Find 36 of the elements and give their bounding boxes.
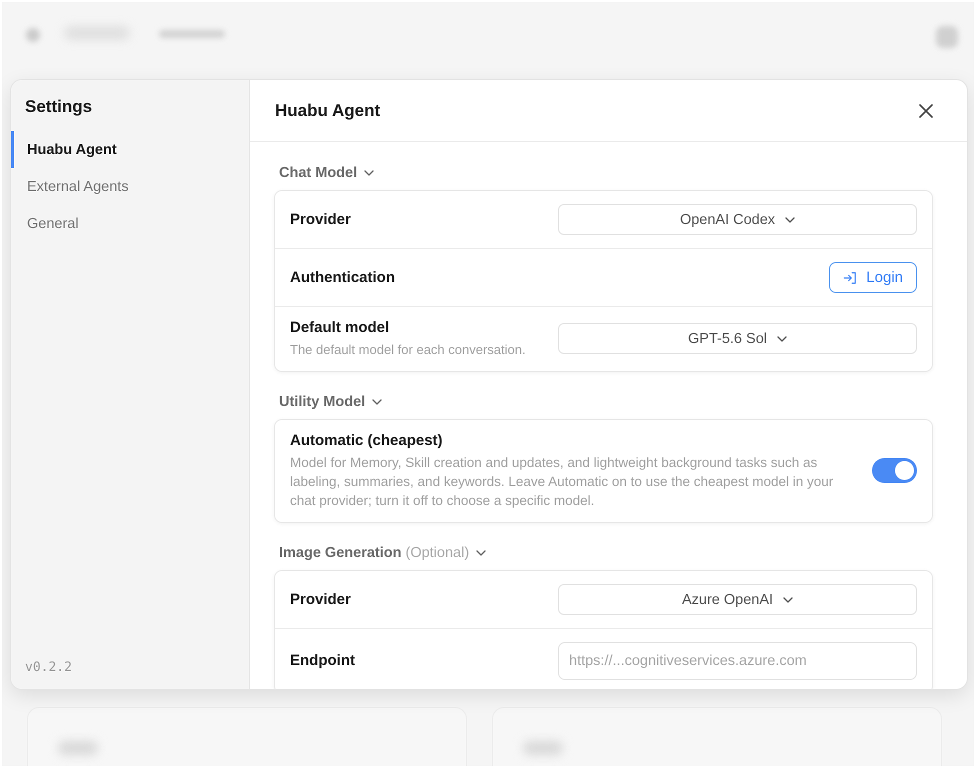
sidebar-item[interactable]: Huabu Agent bbox=[11, 131, 249, 168]
section-note: (Optional) bbox=[405, 545, 470, 561]
row-description: Model for Memory, Skill creation and updates, and lightweight background tasks such as labeling, summaries, and keywords. Leave Automatic on to use the cheapest model in your chat provider; turn it off to choose a specific model. bbox=[290, 454, 834, 510]
section-title: Image Generation bbox=[279, 545, 402, 561]
row-label: Automatic (cheapest) bbox=[290, 431, 444, 451]
row-label: Authentication bbox=[290, 268, 395, 288]
panel-title: Huabu Agent bbox=[275, 100, 380, 120]
chevron-down-icon bbox=[776, 336, 787, 342]
chevron-down-icon[interactable] bbox=[476, 550, 486, 556]
dropdown-select[interactable]: GPT-5.6 Sol bbox=[558, 323, 917, 354]
version-label: v0.2.2 bbox=[24, 660, 73, 677]
login-icon bbox=[843, 270, 858, 284]
chevron-down-icon[interactable] bbox=[372, 399, 382, 405]
close-button[interactable] bbox=[918, 102, 934, 118]
close-icon bbox=[919, 104, 933, 118]
chevron-down-icon bbox=[785, 216, 796, 222]
blurred-button-drawing bbox=[936, 26, 958, 48]
section-title: Utility Model bbox=[279, 394, 366, 410]
section-title: Chat Model bbox=[279, 165, 358, 181]
sidebar-title: Settings bbox=[24, 96, 94, 118]
row-label: Provider bbox=[290, 590, 351, 610]
chevron-down-icon[interactable] bbox=[364, 170, 374, 176]
dropdown-select[interactable]: OpenAI Codex bbox=[558, 204, 917, 235]
chevron-down-icon bbox=[783, 596, 794, 602]
toggle-switch[interactable] bbox=[872, 458, 917, 483]
blurred-logo-drawing bbox=[26, 28, 40, 42]
dropdown-select[interactable]: Azure OpenAI bbox=[558, 584, 917, 615]
login-button[interactable]: Login bbox=[829, 262, 917, 293]
blurred-tab-drawing bbox=[159, 30, 225, 38]
row-label: Endpoint bbox=[290, 651, 355, 671]
row-label: Default model bbox=[290, 318, 390, 338]
row-label: Provider bbox=[290, 210, 351, 230]
sidebar-item[interactable]: External Agents bbox=[11, 168, 249, 205]
sidebar-item[interactable]: General bbox=[11, 205, 249, 242]
row-description: The default model for each conversation. bbox=[290, 341, 526, 359]
input-field[interactable]: https://...cognitiveservices.azure.com bbox=[558, 642, 917, 680]
